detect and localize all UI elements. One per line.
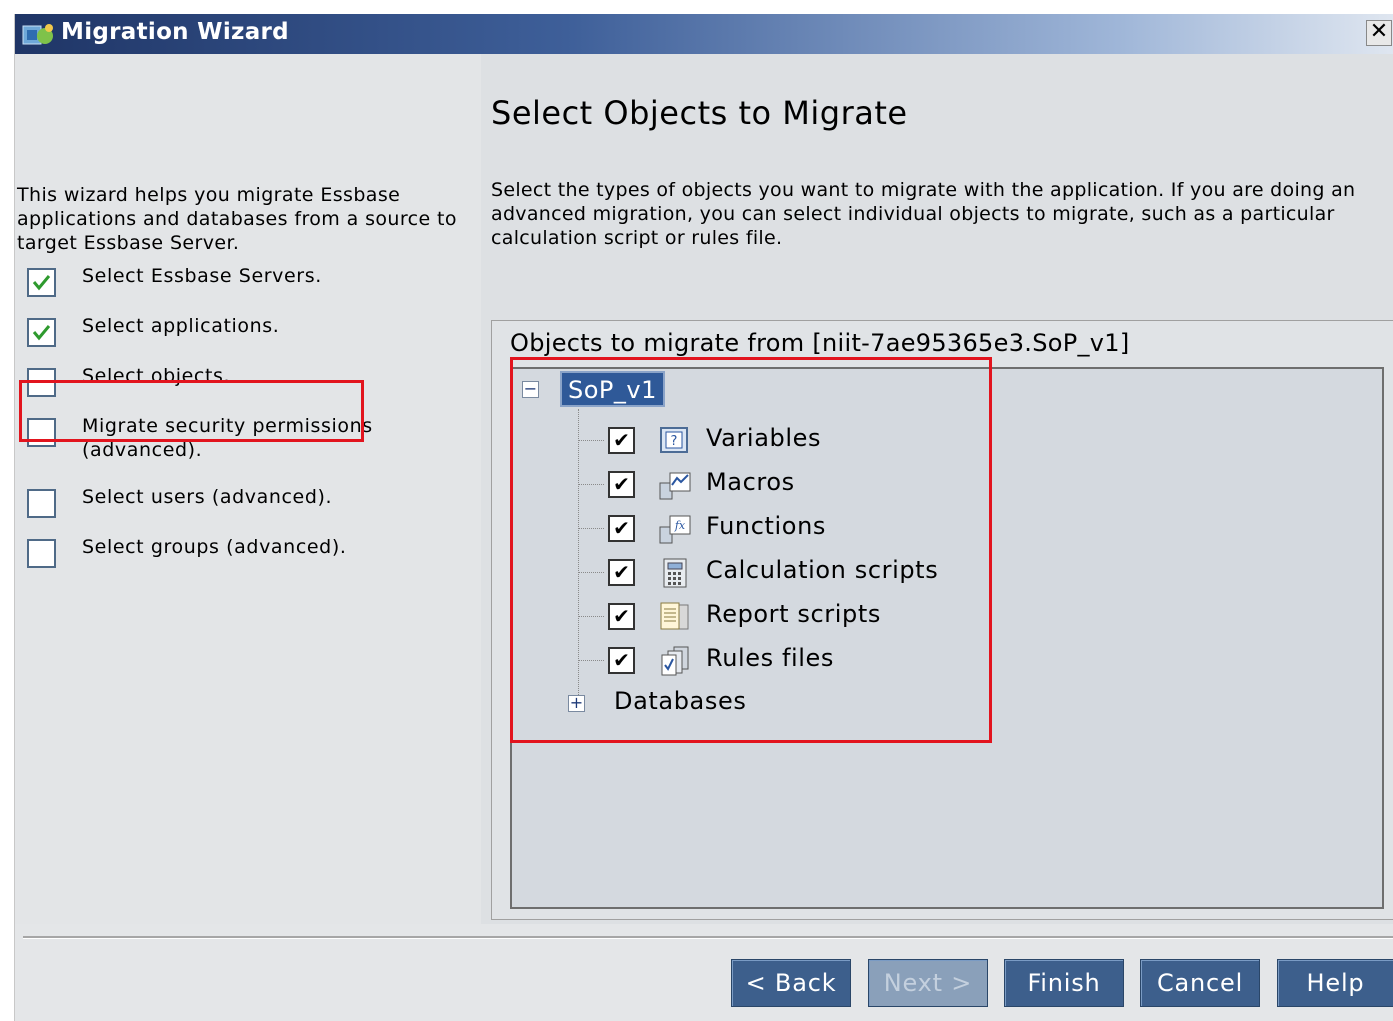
main-panel: Select Objects to Migrate Select the typ… xyxy=(481,54,1393,924)
steps-panel: This wizard helps you migrate Essbase ap… xyxy=(15,54,481,924)
objects-panel: Objects to migrate from [niit-7ae95365e3… xyxy=(491,320,1393,920)
step-label: Select applications. xyxy=(82,315,280,337)
highlight-box-current-step xyxy=(19,380,364,442)
step-checkbox xyxy=(27,489,56,518)
wizard-intro-text: This wizard helps you migrate Essbase ap… xyxy=(17,184,457,254)
step-checkbox xyxy=(27,318,56,347)
title-bar: Migration Wizard ✕ xyxy=(15,14,1393,54)
migration-wizard-window: Migration Wizard ✕ This wizard helps you… xyxy=(14,14,1393,1021)
page-description: Select the types of objects you want to … xyxy=(491,179,1356,249)
highlight-box-tree xyxy=(510,357,992,743)
objects-tree[interactable]: − SoP_v1 ✔ ? Variables ✔ Macros ✔ fx Fun… xyxy=(510,357,1384,909)
step-label: Select Essbase Servers. xyxy=(82,265,322,287)
migration-wizard-icon xyxy=(22,24,53,45)
next-button[interactable]: Next > xyxy=(868,959,988,1007)
objects-panel-title: Objects to migrate from [niit-7ae95365e3… xyxy=(510,329,1130,357)
green-check-icon xyxy=(32,275,51,291)
step-label: Select groups (advanced). xyxy=(82,536,347,558)
finish-button[interactable]: Finish xyxy=(1004,959,1124,1007)
close-button[interactable]: ✕ xyxy=(1366,20,1392,46)
green-check-icon xyxy=(32,325,51,341)
step-checkbox xyxy=(27,268,56,297)
back-button[interactable]: < Back xyxy=(731,959,851,1007)
step-label: Select users (advanced). xyxy=(82,486,333,508)
page-title: Select Objects to Migrate xyxy=(491,94,908,132)
step-checkbox xyxy=(27,539,56,568)
window-title: Migration Wizard xyxy=(61,19,289,45)
help-button[interactable]: Help xyxy=(1277,959,1393,1007)
footer-separator xyxy=(23,936,1393,939)
cancel-button[interactable]: Cancel xyxy=(1140,959,1260,1007)
